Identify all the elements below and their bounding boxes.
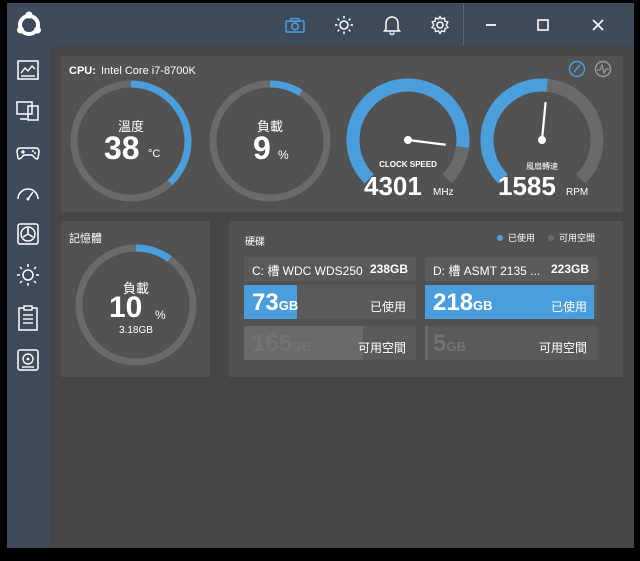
drive-d-free-bar: 5GB 可用空間 [425,326,597,360]
sidebar-item-gamepad[interactable] [15,139,41,165]
gauge-view-icon [568,60,586,78]
memory-load-gauge: 負載 10 % 3.18GB [73,242,199,368]
camera-icon [285,17,305,33]
drive-c-free-bar: 165GB 可用空間 [244,326,416,360]
minimize-button[interactable] [476,3,506,46]
clock-speed-title: CLOCK SPEED [379,160,437,169]
legend-used-swatch [497,235,503,241]
brightness-button[interactable] [331,3,357,46]
dashboard-icon [17,60,39,80]
temperature-gauge: 溫度 38 °C [68,78,194,204]
sidebar-item-speedometer[interactable] [15,180,41,206]
disk-panel: 硬碟 已使用 可用空間 C: 槽 WDC WDS250 238GB 73GB 已… [229,221,623,377]
graph-view-icon [594,60,612,78]
close-button[interactable] [583,3,613,46]
title-separator [463,3,464,46]
clock-speed-needle [407,138,446,146]
drive-c-free-amount: 165GB [252,330,312,357]
drive-c-free-label: 可用空間 [357,341,406,355]
brightness-icon [335,15,353,34]
cpu-load-unit: % [278,148,289,162]
light-icon [17,264,39,286]
monitor-icon [16,101,39,121]
drive-d-free-fill [425,326,429,360]
speedometer-icon [17,188,39,201]
drive-c-used-amount: 73GB [252,289,299,316]
clock-speed-value: 4301 [364,171,422,201]
minimize-icon [486,23,496,26]
disk-title: 硬碟 [245,237,265,248]
temperature-unit: °C [148,148,161,160]
memory-used: 3.18GB [119,325,153,336]
memory-load-value: 10 [109,291,143,324]
legend-free-swatch [548,235,554,241]
drive-c-name: C: 槽 WDC WDS250 [252,264,363,278]
drive-d-free-label: 可用空間 [538,341,587,355]
cpu-load-gauge: 負載 9 % [207,78,333,204]
drive-d-name: D: 槽 ASMT 2135 ... [433,264,541,278]
legend-free-label: 可用空間 [559,233,596,243]
drive-d-free-amount: 5GB [433,330,466,357]
clock-speed-gauge: CLOCK SPEED 4301 MHz [346,78,470,208]
sidebar-item-storage[interactable] [15,347,41,373]
drive-c-header[interactable]: C: 槽 WDC WDS250 238GB [244,257,416,281]
camera-button[interactable] [282,3,308,46]
memory-load-unit: % [155,308,166,322]
notifications-button[interactable] [379,3,405,46]
app-logo [7,3,50,46]
sidebar-item-clipboard[interactable] [15,305,41,331]
clipboard-icon [18,305,38,331]
clock-speed-unit: MHz [433,187,454,198]
drive-d-used-amount: 218GB [433,289,493,316]
sidebar-item-light[interactable] [15,262,41,288]
cpu-model: Intel Core i7-8700K [101,65,196,77]
fan-speed-needle [540,102,547,141]
sidebar-item-monitor[interactable] [15,98,41,124]
drive-d-total: 223GB [550,262,589,276]
settings-button[interactable] [427,3,453,46]
fan-icon [17,223,39,245]
fan-speed-unit: RPM [566,187,589,198]
app-window: CPU: Intel Core i7-8700K 溫度 38 °C 負載 9 %… [7,3,634,548]
fan-speed-value: 1585 [498,171,556,201]
cpu-label: CPU: [69,65,96,77]
maximize-icon [537,18,549,31]
sidebar-item-dashboard[interactable] [15,57,41,83]
cpu-load-value: 9 [253,130,271,166]
drive-c-total: 238GB [369,262,408,276]
drive-c-used-bar: 73GB 已使用 [244,285,416,319]
storage-icon [17,349,39,371]
gear-icon [430,14,450,35]
close-icon [592,18,604,31]
drive-d-used-bar: 218GB 已使用 [425,285,597,319]
drive-c-used-label: 已使用 [369,300,406,314]
logo-icon [16,11,41,36]
legend-used-label: 已使用 [508,233,536,243]
temperature-value: 38 [104,130,140,166]
maximize-button[interactable] [528,3,558,46]
drive-d-used-label: 已使用 [550,300,587,314]
bell-icon [383,15,401,35]
title-bar [50,3,634,46]
fan-speed-gauge: 風扇轉速 1585 RPM [480,78,604,208]
sidebar-item-fan[interactable] [15,221,41,247]
sidebar [7,3,50,548]
drive-d-header[interactable]: D: 槽 ASMT 2135 ... 223GB [425,257,597,281]
memory-panel: 記憶體 負載 10 % 3.18GB [61,221,210,377]
gamepad-icon [16,147,40,160]
cpu-panel: CPU: Intel Core i7-8700K 溫度 38 °C 負載 9 %… [61,56,623,212]
